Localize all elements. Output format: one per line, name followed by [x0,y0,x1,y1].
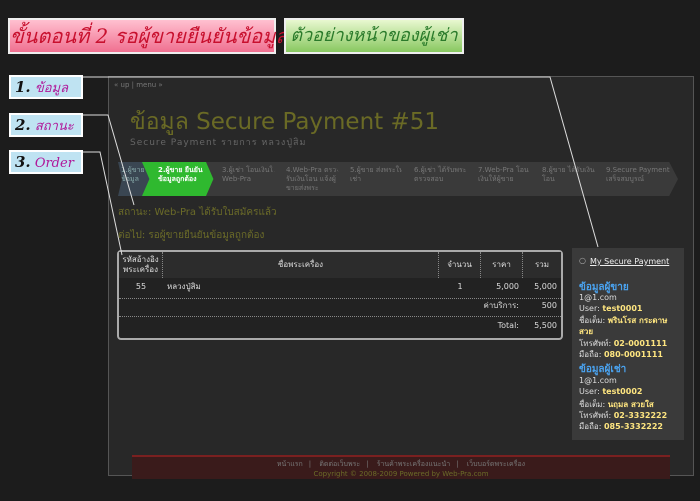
tag-order-text: Order [34,156,74,171]
connector-line-info [83,76,599,248]
tag-status-text: สถานะ [34,119,74,134]
tag-order-num: 3. [15,153,31,171]
connector-line-order [83,151,123,256]
tag-order: 3. Order [9,150,83,174]
tag-status: 2. สถานะ [9,113,83,137]
tag-info-text: ข้อมูล [34,81,69,96]
tag-info: 1. ข้อมูล [9,75,83,99]
tag-info-num: 1. [15,78,31,96]
tag-status-num: 2. [15,116,31,134]
annotation-connector-lines [83,76,599,256]
